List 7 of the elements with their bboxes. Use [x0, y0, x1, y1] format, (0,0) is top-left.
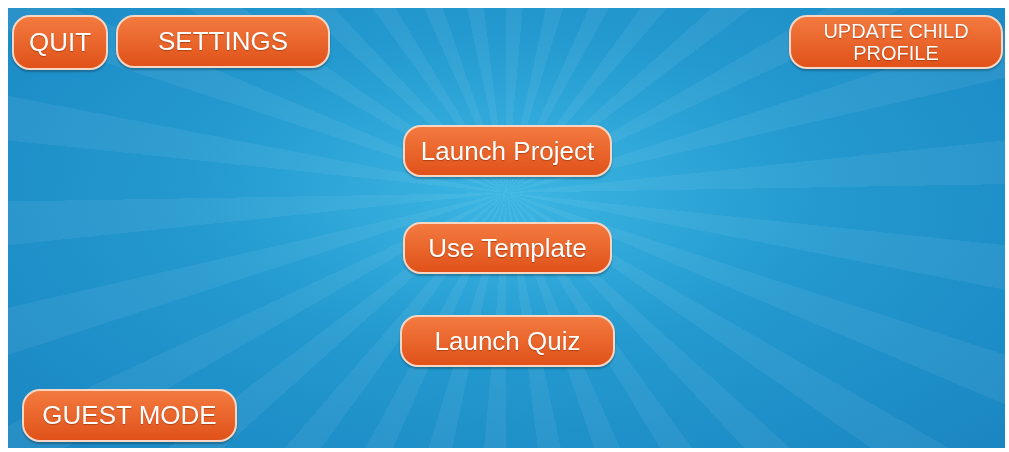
guest-mode-button[interactable]: GUEST MODE — [22, 389, 237, 442]
update-profile-button[interactable]: UPDATE CHILD PROFILE — [789, 15, 1003, 69]
action-button[interactable]: Use Template — [403, 222, 612, 274]
menu-button[interactable]: SETTINGS — [116, 15, 330, 68]
menu-button[interactable]: QUIT — [12, 15, 108, 70]
action-button[interactable]: Launch Project — [403, 125, 612, 177]
action-button[interactable]: Launch Quiz — [400, 315, 615, 367]
